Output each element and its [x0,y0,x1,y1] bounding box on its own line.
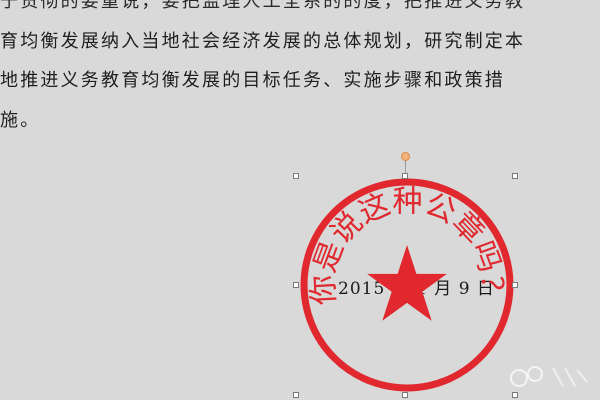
document-page[interactable]: 于贯彻的要重说，要把监理人工全系的的度，把推进义务教 育均衡发展纳入当地社会经济… [0,0,600,400]
resize-handle-top[interactable] [402,173,408,179]
resize-handle-top-right[interactable] [512,173,518,179]
resize-handle-right[interactable] [512,282,518,288]
resize-handle-bottom[interactable] [402,392,408,398]
document-text-line-1: 于贯彻的要重说，要把监理人工全系的的度，把推进义务教 [0,0,526,12]
seal-stamp-shape[interactable]: 你是说这种公章吗？ [296,172,520,396]
seal-star-icon [367,245,447,321]
document-text-line-3: 地推进义务教育均衡发展的目标任务、实施步骤和政策措 [0,70,505,91]
watermark-logo-icon [510,366,588,387]
resize-handle-left[interactable] [293,282,299,288]
rotate-handle[interactable] [401,152,410,161]
resize-handle-bottom-left[interactable] [293,392,299,398]
document-text-line-4: 施。 [0,110,41,131]
document-text-line-2: 育均衡发展纳入当地社会经济发展的总体规划，研究制定本 [0,31,526,52]
resize-handle-top-left[interactable] [293,173,299,179]
